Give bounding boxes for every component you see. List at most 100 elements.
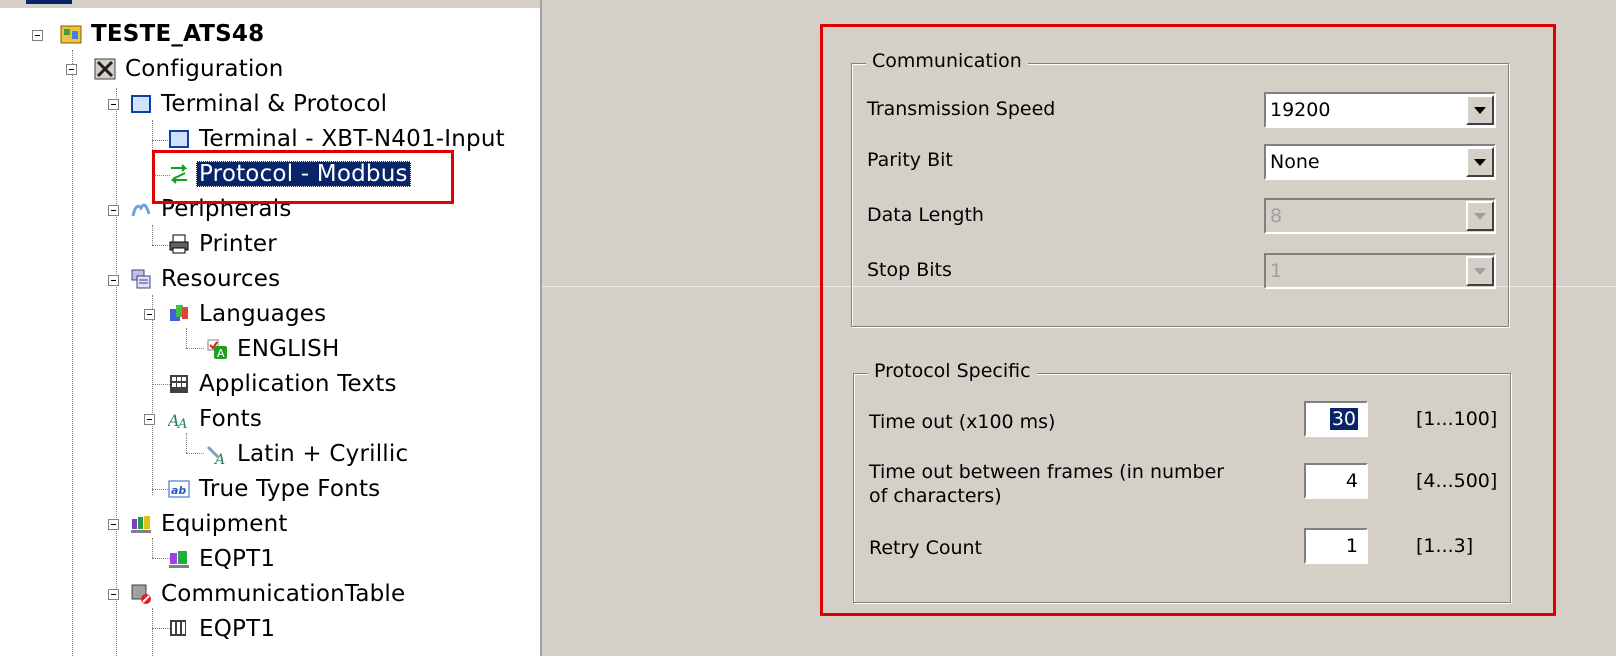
project-icon bbox=[60, 23, 82, 45]
collapse-toggle-languages[interactable] bbox=[144, 309, 155, 320]
font-file-icon: A bbox=[206, 443, 228, 468]
svg-text:A: A bbox=[177, 417, 187, 430]
tree-node-label: EQPT1 bbox=[199, 616, 276, 642]
comm-table-item-icon bbox=[168, 618, 190, 640]
retry-count-label: Retry Count bbox=[869, 537, 983, 559]
collapse-toggle-peripherals[interactable] bbox=[108, 205, 119, 216]
collapse-toggle-terminal-protocol[interactable] bbox=[108, 99, 119, 110]
tree-guide bbox=[152, 295, 153, 495]
tree-node-label: CommunicationTable bbox=[161, 581, 406, 607]
tree-node-resources[interactable]: Resources bbox=[130, 263, 283, 295]
tree-node-label: Terminal & Protocol bbox=[161, 91, 388, 117]
dropdown-arrow-icon[interactable] bbox=[1466, 147, 1494, 177]
group-title: Protocol Specific bbox=[868, 360, 1037, 382]
tree-node-label: Fonts bbox=[199, 406, 263, 432]
tree-node-configuration[interactable]: Configuration bbox=[94, 53, 287, 85]
parity-bit-select[interactable]: None bbox=[1264, 144, 1496, 180]
tree-node-latin-cyrillic[interactable]: A Latin + Cyrillic bbox=[206, 438, 411, 470]
collapse-toggle-root[interactable] bbox=[32, 30, 43, 41]
truetype-icon: ab bbox=[168, 478, 190, 500]
tree-node-equipment[interactable]: Equipment bbox=[130, 508, 291, 540]
dropdown-arrow-icon[interactable] bbox=[1466, 201, 1494, 231]
tree-node-label: Languages bbox=[199, 301, 327, 327]
tree-guide bbox=[152, 608, 153, 656]
tree-node-application-texts[interactable]: Application Texts bbox=[168, 368, 400, 400]
data-length-select[interactable]: 8 bbox=[1264, 198, 1496, 234]
tree-node-english[interactable]: A ENGLISH bbox=[206, 333, 342, 365]
tree-node-communication-table[interactable]: CommunicationTable bbox=[130, 578, 408, 610]
pane-top-strip bbox=[0, 0, 540, 8]
language-file-icon: A bbox=[206, 338, 228, 360]
svg-text:ab: ab bbox=[171, 484, 186, 497]
timeout-range: [1...100] bbox=[1416, 408, 1498, 430]
tree-node-label: Equipment bbox=[161, 511, 288, 537]
tree-guide bbox=[152, 225, 153, 245]
select-value: None bbox=[1270, 151, 1320, 173]
fonts-icon: AA bbox=[166, 408, 190, 432]
retry-count-input[interactable]: 1 bbox=[1304, 528, 1368, 564]
select-value: 8 bbox=[1270, 205, 1283, 227]
tree-node-comm-eqpt1[interactable]: EQPT1 bbox=[168, 613, 278, 645]
tools-icon bbox=[94, 58, 116, 80]
timeout-label: Time out (x100 ms) bbox=[869, 411, 1056, 433]
timeout-input[interactable]: 30 bbox=[1304, 401, 1368, 437]
tree-node-eqpt1[interactable]: EQPT1 bbox=[168, 543, 278, 575]
tree-guide bbox=[152, 538, 153, 558]
tree-guide bbox=[72, 50, 73, 656]
project-tree[interactable]: TESTE_ATS48 Configuration Terminal & Pro… bbox=[0, 0, 542, 656]
data-length-label: Data Length bbox=[867, 204, 984, 226]
tree-node-printer[interactable]: Printer bbox=[168, 228, 280, 260]
input-value: 4 bbox=[1345, 470, 1358, 492]
collapse-toggle-fonts[interactable] bbox=[144, 414, 155, 425]
tree-node-label: Application Texts bbox=[199, 371, 397, 397]
tree-guide bbox=[116, 88, 117, 656]
communication-table-icon bbox=[130, 583, 152, 605]
tree-node-fonts[interactable]: AA Fonts bbox=[166, 403, 265, 435]
collapse-toggle-configuration[interactable] bbox=[66, 64, 77, 75]
tree-node-terminal-protocol[interactable]: Terminal & Protocol bbox=[130, 88, 390, 120]
tree-guide bbox=[186, 328, 187, 348]
timeout-frames-range: [4...500] bbox=[1416, 470, 1498, 492]
tree-node-label: Terminal - XBT-N401-Input bbox=[199, 126, 505, 152]
svg-text:A: A bbox=[217, 347, 225, 360]
tree-guide bbox=[186, 433, 187, 453]
input-value: 30 bbox=[1329, 408, 1358, 430]
languages-icon bbox=[168, 303, 190, 325]
equipment-icon bbox=[130, 513, 152, 535]
dropdown-arrow-icon[interactable] bbox=[1466, 256, 1494, 286]
peripherals-icon bbox=[130, 198, 152, 220]
resources-icon bbox=[130, 268, 152, 290]
dropdown-arrow-icon[interactable] bbox=[1466, 95, 1494, 125]
group-title: Communication bbox=[866, 50, 1028, 72]
tree-node-label: EQPT1 bbox=[199, 546, 276, 572]
tree-node-label: Latin + Cyrillic bbox=[237, 441, 409, 467]
tree-node-label: Resources bbox=[161, 266, 281, 292]
collapse-toggle-resources[interactable] bbox=[108, 275, 119, 286]
timeout-frames-label-line2: of characters) bbox=[869, 485, 1002, 507]
timeout-frames-label-line1: Time out between frames (in number bbox=[869, 461, 1225, 483]
transmission-speed-label: Transmission Speed bbox=[867, 98, 1056, 120]
retry-count-range: [1...3] bbox=[1416, 535, 1474, 557]
collapse-toggle-equipment[interactable] bbox=[108, 519, 119, 530]
text-table-icon bbox=[168, 373, 190, 395]
parity-bit-label: Parity Bit bbox=[867, 149, 953, 171]
tree-node-root[interactable]: TESTE_ATS48 bbox=[60, 18, 267, 50]
transmission-speed-select[interactable]: 19200 bbox=[1264, 92, 1496, 128]
tree-node-label: Printer bbox=[199, 231, 277, 257]
tree-node-label: TESTE_ATS48 bbox=[91, 21, 265, 47]
annotation-highlight-box bbox=[152, 150, 454, 204]
monitor-icon bbox=[168, 128, 190, 150]
stop-bits-select[interactable]: 1 bbox=[1264, 253, 1496, 289]
printer-icon bbox=[168, 233, 190, 255]
svg-text:A: A bbox=[213, 452, 225, 465]
equipment-device-icon bbox=[168, 548, 190, 570]
select-value: 19200 bbox=[1270, 99, 1331, 121]
collapse-toggle-communication-table[interactable] bbox=[108, 589, 119, 600]
tree-node-true-type-fonts[interactable]: ab True Type Fonts bbox=[168, 473, 383, 505]
tree-node-languages[interactable]: Languages bbox=[168, 298, 329, 330]
monitor-icon bbox=[130, 93, 152, 115]
stop-bits-label: Stop Bits bbox=[867, 259, 952, 281]
input-value: 1 bbox=[1345, 535, 1358, 557]
tree-node-label: Configuration bbox=[125, 56, 284, 82]
timeout-frames-input[interactable]: 4 bbox=[1304, 463, 1368, 499]
